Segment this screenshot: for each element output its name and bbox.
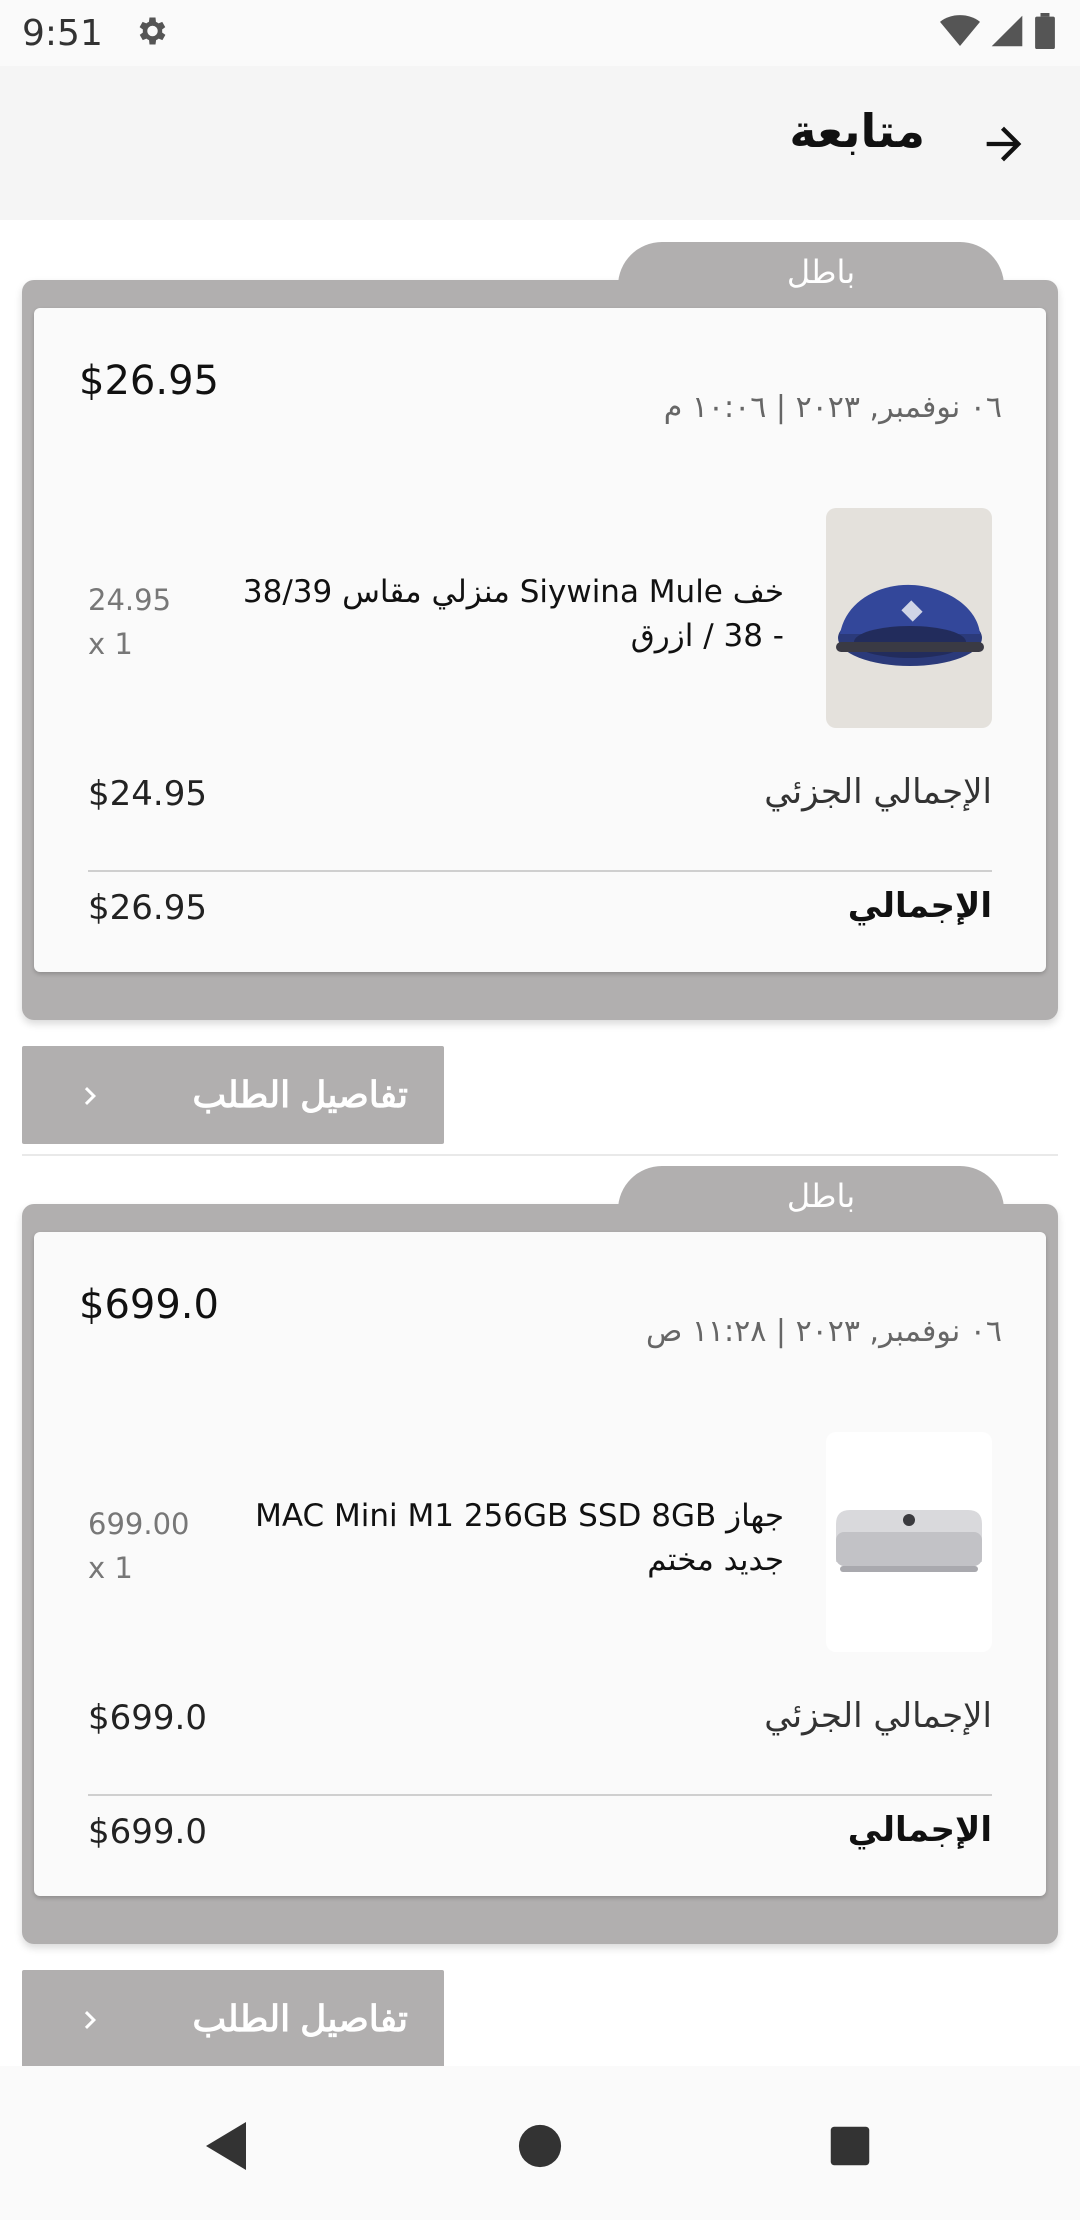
nav-recents-icon (830, 2126, 870, 2166)
total-label: الإجمالي (847, 886, 992, 926)
order-details-label: تفاصيل الطلب (192, 1074, 408, 1115)
item-quantity: x 1 (88, 1551, 133, 1585)
settings-icon (133, 13, 169, 53)
order-details-button[interactable]: تفاصيل الطلب (22, 1970, 444, 2066)
total-label: الإجمالي (847, 1810, 992, 1850)
order-body: $699.0 ٠٦ نوفمبر, ٢٠٢٣ | ١١:٢٨ ص جهاز MA… (34, 1232, 1046, 1896)
subtotal-value: $699.0 (88, 1698, 207, 1738)
subtotal-value: $24.95 (88, 774, 207, 814)
order-card: باطل $699.0 ٠٦ نوفمبر, ٢٠٢٣ | ١١:٢٨ ص جه… (22, 1166, 1058, 1946)
item-name: خف Siywina Mule منزلي مقاس 38/39 - 38 / … (242, 574, 784, 654)
order-card: باطل $26.95 ٠٦ نوفمبر, ٢٠٢٣ | ١٠:٠٦ م خف… (22, 242, 1058, 1022)
nav-recents-button[interactable] (810, 2106, 890, 2186)
item-unit-price: 699.00 (88, 1507, 190, 1541)
total-value: $26.95 (88, 888, 207, 928)
back-button[interactable] (968, 108, 1040, 180)
chevron-left-icon (72, 2000, 108, 2049)
back-arrow-icon (986, 126, 1022, 162)
order-separator (22, 1154, 1058, 1156)
item-name: جهاز MAC Mini M1 256GB SSD 8GB جديد مختم (255, 1498, 784, 1578)
item-quantity: x 1 (88, 627, 133, 661)
order-body: $26.95 ٠٦ نوفمبر, ٢٠٢٣ | ١٠:٠٦ م خف Siyw… (34, 308, 1046, 972)
wifi-icon (940, 13, 980, 53)
nav-back-button[interactable] (186, 2106, 266, 2186)
order-details-label: تفاصيل الطلب (192, 1998, 408, 2039)
nav-back-icon (206, 2122, 246, 2170)
nav-home-icon (518, 2124, 562, 2168)
item-unit-price: 24.95 (88, 583, 172, 617)
status-bar: 9:51 (0, 0, 1080, 66)
signal-icon (990, 14, 1024, 52)
subtotal-label: الإجمالي الجزئي (764, 1696, 992, 1736)
battery-icon (1034, 13, 1056, 53)
total-value: $699.0 (88, 1812, 207, 1852)
status-time: 9:51 (22, 12, 103, 54)
divider (88, 1794, 992, 1796)
order-date: ٠٦ نوفمبر, ٢٠٢٣ | ١٠:٠٦ م (663, 390, 1002, 425)
page-title: متابعة (789, 104, 925, 158)
item-price: 24.95 x 1 (88, 578, 171, 666)
orders-list[interactable]: باطل $26.95 ٠٦ نوفمبر, ٢٠٢٣ | ١٠:٠٦ م خف… (0, 220, 1080, 2066)
nav-home-button[interactable] (500, 2106, 580, 2186)
order-details-button[interactable]: تفاصيل الطلب (22, 1046, 444, 1144)
item-price: 699.00 x 1 (88, 1502, 189, 1590)
status-badge: باطل (618, 1166, 1004, 1226)
product-image-slipper (826, 508, 992, 728)
app-bar: متابعة (0, 66, 1080, 220)
subtotal-label: الإجمالي الجزئي (764, 772, 992, 812)
status-badge: باطل (618, 242, 1004, 302)
divider (88, 870, 992, 872)
product-image-mac-mini (826, 1432, 992, 1652)
order-total: $26.95 (79, 358, 219, 404)
order-date: ٠٦ نوفمبر, ٢٠٢٣ | ١١:٢٨ ص (646, 1314, 1002, 1349)
chevron-left-icon (72, 1076, 108, 1125)
order-total: $699.0 (79, 1282, 219, 1328)
system-nav-bar (0, 2066, 1080, 2220)
